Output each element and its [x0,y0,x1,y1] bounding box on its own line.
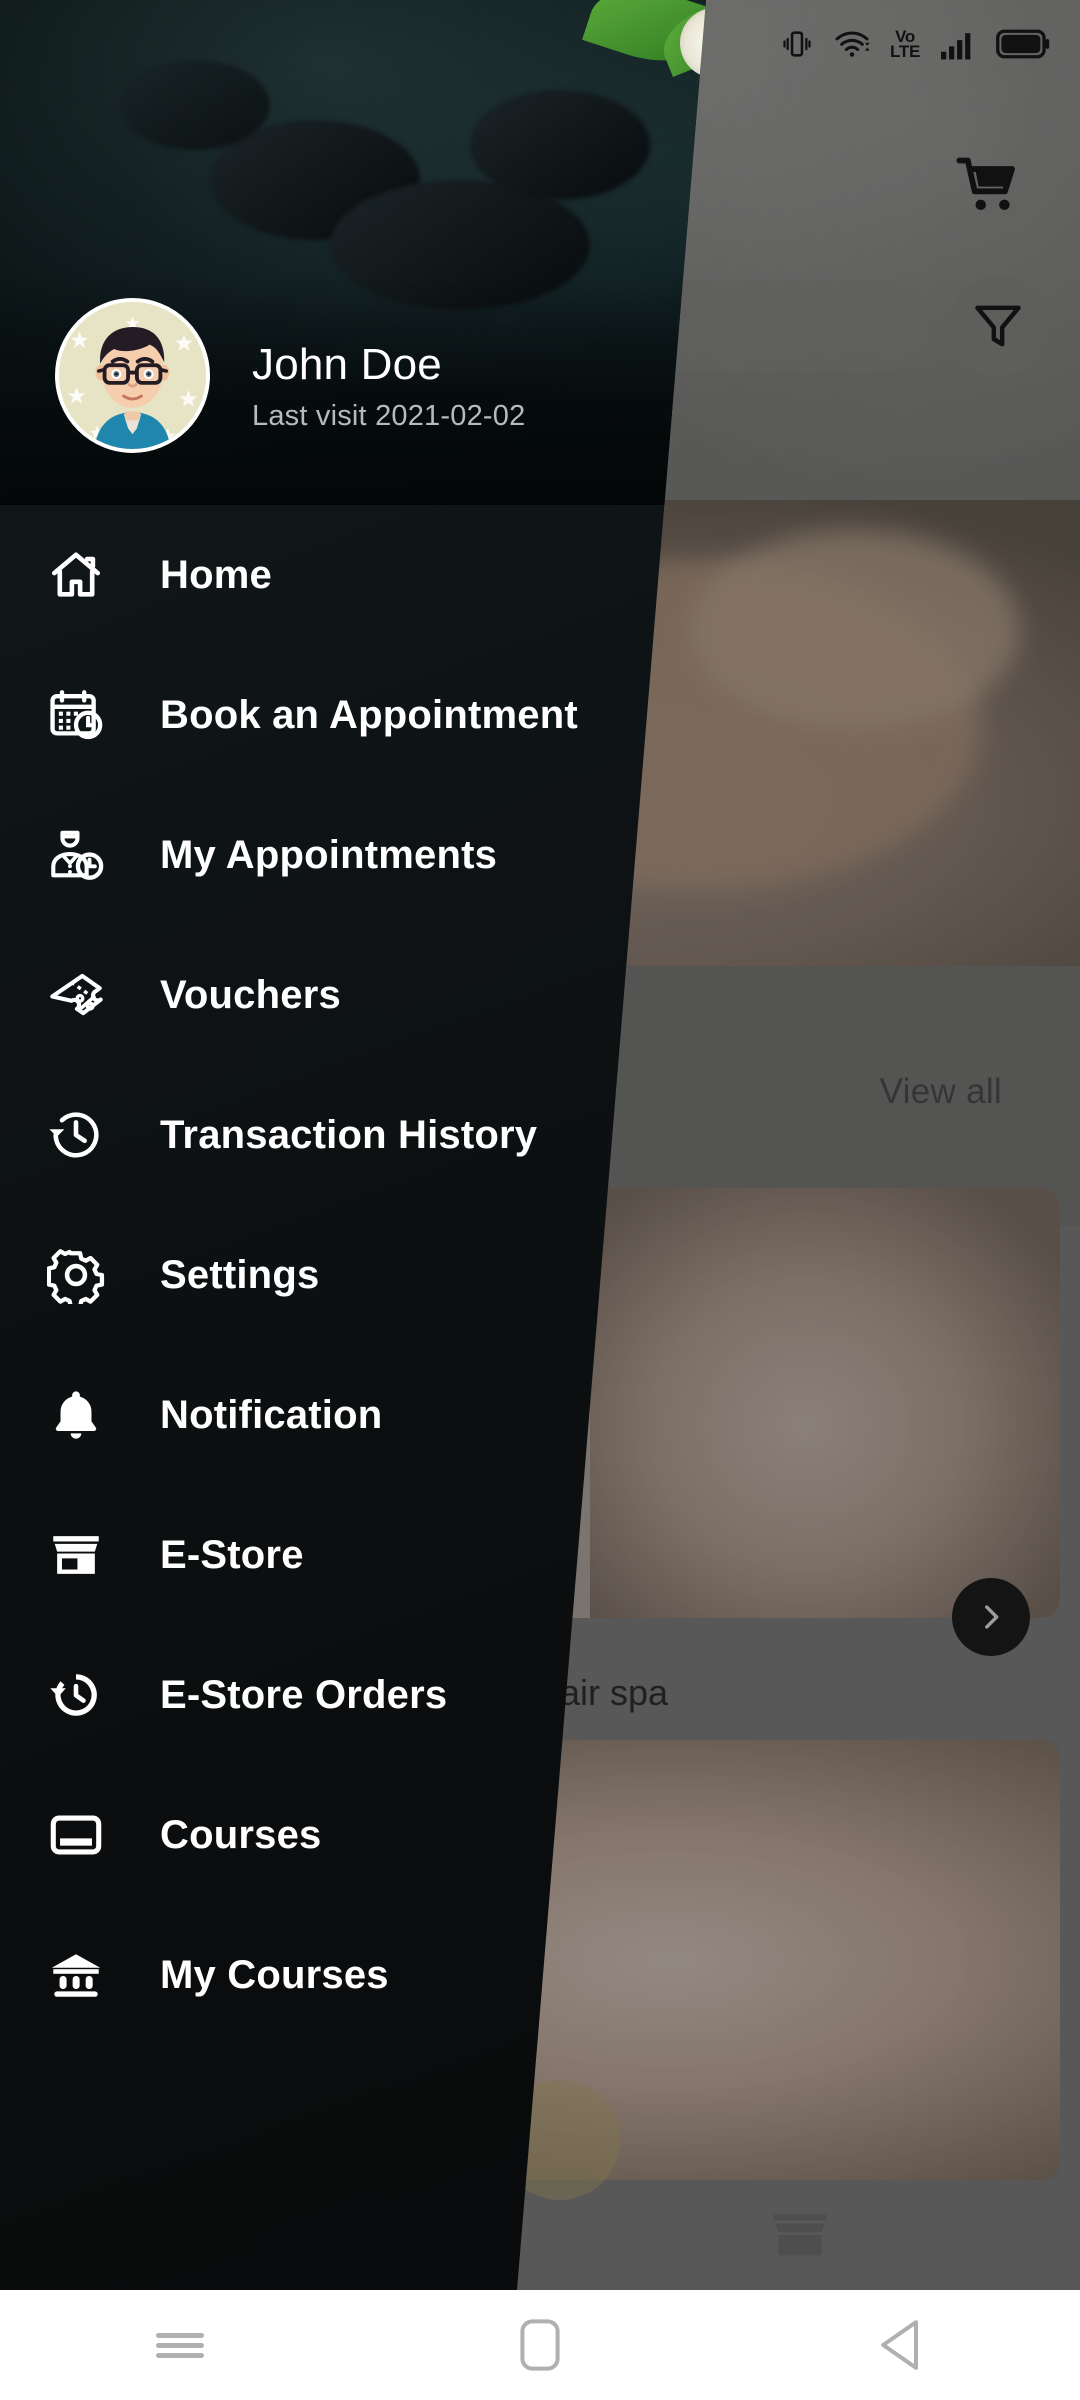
back-triangle-icon [881,2320,918,2370]
avatar[interactable] [55,298,210,453]
volte-icon: Vo LTE [890,27,920,61]
person-clock-icon [28,826,124,884]
hamburger-icon [156,2328,204,2363]
sidebar-item-label: E-Store Orders [160,1672,448,1717]
sidebar-item-label: Vouchers [160,972,341,1017]
ticket-percent-icon [28,966,124,1024]
sidebar-item-label: Book an Appointment [160,692,578,737]
home-square-icon [520,2319,560,2371]
sidebar-item-label: Courses [160,1812,322,1857]
avatar-illustration [59,302,206,449]
profile-name: John Doe [252,340,442,389]
vibrate-icon [783,31,811,57]
storefront-icon [28,1526,124,1584]
profile-last-visit: Last visit 2021-02-02 [252,400,526,432]
sidebar-item-label: E-Store [160,1532,304,1577]
recent-apps-button[interactable] [90,2290,270,2400]
sidebar-item-label: My Appointments [160,832,498,877]
bell-icon [28,1386,124,1444]
back-button[interactable] [810,2290,990,2400]
signal-icon [941,33,971,60]
order-history-icon [28,1666,124,1724]
sidebar-item-label: Home [160,552,272,597]
phone-screen: View all r a eatment air spa [0,0,1080,2400]
sidebar-item-label: Settings [160,1252,320,1297]
system-navigation-bar [0,2290,1080,2400]
gear-icon [28,1246,124,1304]
home-icon [28,546,124,604]
calendar-clock-icon [28,686,124,744]
sidebar-item-label: Transaction History [160,1112,538,1157]
history-clock-icon [28,1106,124,1164]
wifi-icon [835,31,870,57]
institution-icon [28,1946,124,2004]
sidebar-item-label: My Courses [160,1952,389,1997]
battery-icon [996,29,1050,59]
home-button[interactable] [450,2290,630,2400]
sidebar-item-label: Notification [160,1392,383,1437]
course-card-icon [28,1806,124,1864]
